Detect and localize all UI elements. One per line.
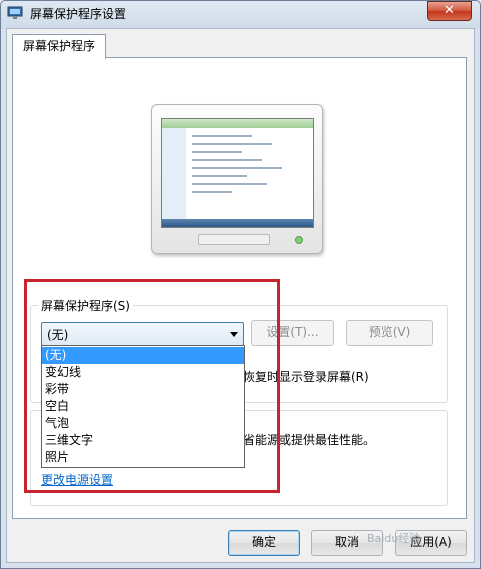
screensaver-select-value: (无)	[47, 328, 69, 342]
list-item[interactable]: 气泡	[42, 415, 244, 432]
display-settings-icon	[7, 5, 23, 21]
close-button[interactable]: ✕	[427, 1, 472, 21]
preview-sidebar	[162, 128, 186, 219]
preview-line	[192, 183, 267, 185]
list-item[interactable]: (无)	[42, 347, 244, 364]
resume-login-label: 恢复时显示登录屏幕(R)	[243, 370, 369, 384]
screensaver-group-label: 屏幕保护程序(S)	[38, 297, 133, 314]
preview-taskbar	[162, 219, 313, 227]
preview-screen	[161, 118, 314, 228]
preview-button[interactable]: 预览(V)	[346, 320, 433, 346]
cancel-button[interactable]: 取消	[311, 530, 383, 556]
list-item[interactable]: 三维文字	[42, 432, 244, 449]
preview-line	[192, 151, 242, 153]
monitor-base	[198, 234, 270, 245]
settings-button[interactable]: 设置(T)...	[251, 320, 334, 346]
preview-line	[192, 191, 232, 193]
list-item[interactable]: 照片	[42, 449, 244, 466]
monitor-preview	[151, 104, 323, 254]
window-title: 屏幕保护程序设置	[30, 7, 127, 21]
power-description: 省能源或提供最佳性能。	[243, 433, 376, 447]
preview-line	[192, 135, 252, 137]
preview-line	[192, 159, 262, 161]
title-bar: 屏幕保护程序设置 ✕	[0, 0, 481, 26]
preview-header-bar	[162, 119, 313, 128]
screensaver-select[interactable]: (无)	[41, 322, 244, 346]
apply-button[interactable]: 应用(A)	[395, 530, 467, 556]
chevron-down-icon	[230, 332, 238, 337]
preview-line	[192, 175, 247, 177]
list-item[interactable]: 变幻线	[42, 364, 244, 381]
power-led-icon	[295, 236, 303, 244]
preview-line	[192, 143, 272, 145]
tab-screensaver[interactable]: 屏幕保护程序	[12, 34, 106, 59]
change-power-settings-link[interactable]: 更改电源设置	[41, 471, 113, 488]
preview-line	[192, 167, 282, 169]
ok-button[interactable]: 确定	[228, 530, 300, 556]
list-item[interactable]: 空白	[42, 398, 244, 415]
screensaver-dropdown-list: (无) 变幻线 彩带 空白 气泡 三维文字 照片	[41, 345, 245, 468]
list-item[interactable]: 彩带	[42, 381, 244, 398]
